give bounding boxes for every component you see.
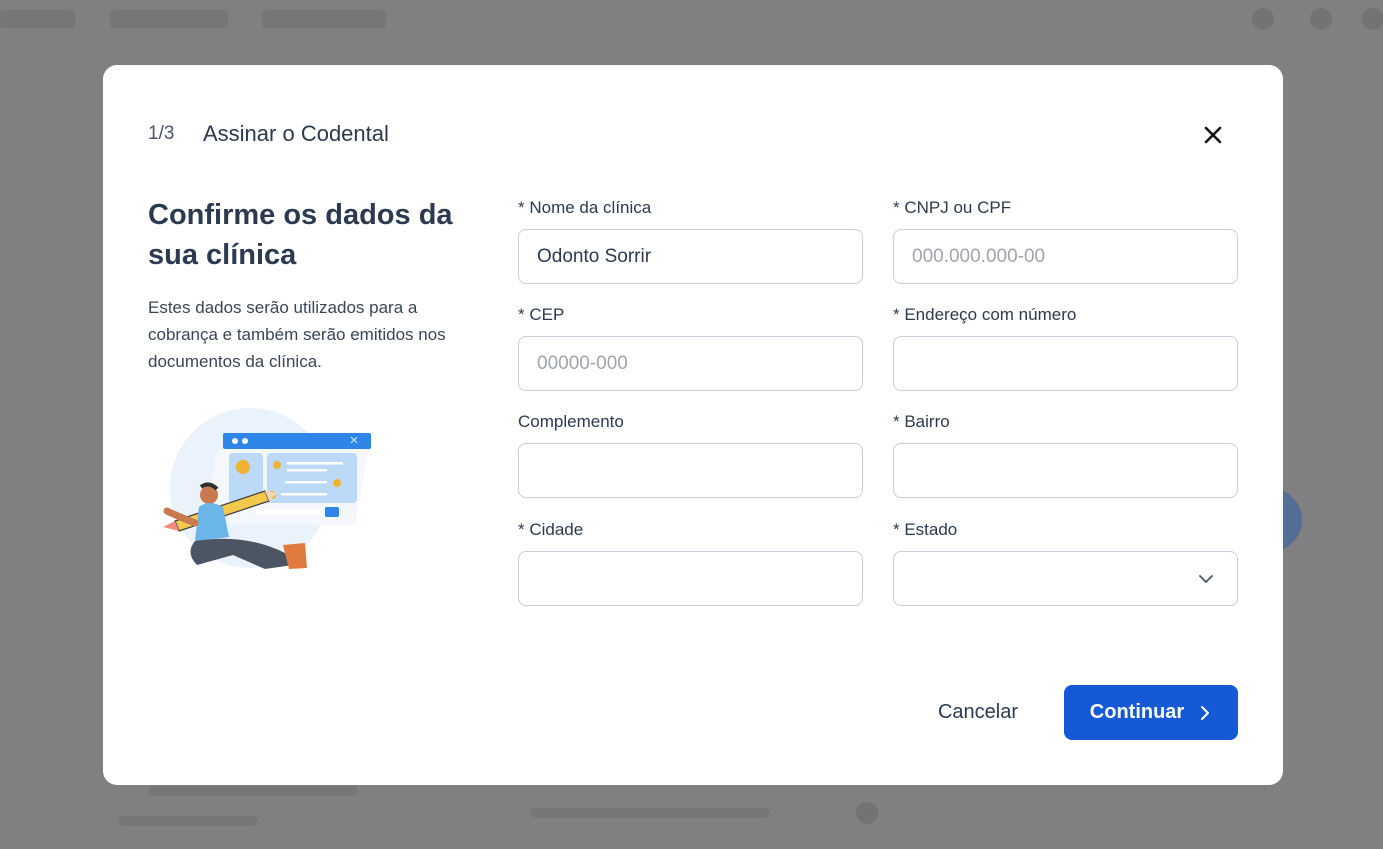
- background-tab: [110, 10, 228, 28]
- city-input[interactable]: [518, 551, 863, 606]
- complement-label: Complemento: [518, 412, 624, 431]
- complement-field: Complemento: [518, 411, 863, 498]
- chevron-down-icon: [1199, 575, 1213, 583]
- background-icon: [1310, 8, 1332, 30]
- background-tab: [262, 10, 386, 28]
- neighborhood-label: * Bairro: [893, 412, 950, 431]
- clinic-name-label: * Nome da clínica: [518, 198, 652, 217]
- section-description: Estes dados serão utilizados para a cobr…: [148, 298, 446, 371]
- address-label: * Endereço com número: [893, 305, 1077, 324]
- cnpj-cpf-placeholder: 000.000.000-00: [912, 245, 1046, 267]
- state-label: * Estado: [893, 520, 958, 539]
- cnpj-cpf-field: * CNPJ ou CPF 000.000.000-00: [893, 197, 1238, 284]
- cnpj-cpf-label: * CNPJ ou CPF: [893, 198, 1012, 217]
- section-heading: Confirme os dados da sua clínica: [148, 199, 453, 271]
- state-field: * Estado: [893, 519, 1238, 606]
- step-indicator: 1/3: [148, 123, 175, 144]
- clinic-name-value: Odonto Sorrir: [537, 245, 652, 267]
- background-line: [530, 808, 770, 818]
- address-input[interactable]: [893, 336, 1238, 391]
- background-tab: [0, 10, 75, 28]
- background-icon: [856, 802, 878, 824]
- cep-label: * CEP: [518, 305, 565, 324]
- continue-button[interactable]: Continuar: [1064, 685, 1238, 740]
- background-topbar: [0, 0, 1383, 40]
- background-line: [118, 816, 258, 826]
- background-line: [148, 786, 358, 796]
- state-select[interactable]: [893, 551, 1238, 606]
- background-icon: [1252, 8, 1274, 30]
- cep-field: * CEP 00000-000: [518, 304, 863, 391]
- continue-label: Continuar: [1089, 701, 1185, 723]
- neighborhood-field: * Bairro: [893, 411, 1238, 498]
- city-label: * Cidade: [518, 520, 584, 539]
- cep-input[interactable]: 00000-000: [518, 336, 863, 391]
- clinic-name-input[interactable]: Odonto Sorrir: [518, 229, 863, 284]
- cancel-button[interactable]: Cancelar: [918, 685, 1038, 740]
- background-icon: [1362, 8, 1383, 30]
- close-icon: [1204, 126, 1222, 144]
- neighborhood-input[interactable]: [893, 443, 1238, 498]
- signup-illustration: [163, 408, 371, 569]
- city-field: * Cidade: [518, 519, 863, 606]
- subscribe-modal: 1/3 Assinar o Codental Confirme os dados…: [103, 65, 1283, 785]
- modal-title: Assinar o Codental: [203, 121, 389, 146]
- cep-placeholder: 00000-000: [537, 352, 628, 374]
- address-field: * Endereço com número: [893, 304, 1238, 391]
- close-button[interactable]: [1199, 121, 1227, 149]
- chevron-right-icon: [1201, 705, 1210, 720]
- cnpj-cpf-input[interactable]: 000.000.000-00: [893, 229, 1238, 284]
- complement-input[interactable]: [518, 443, 863, 498]
- clinic-name-field: * Nome da clínica Odonto Sorrir: [518, 197, 863, 284]
